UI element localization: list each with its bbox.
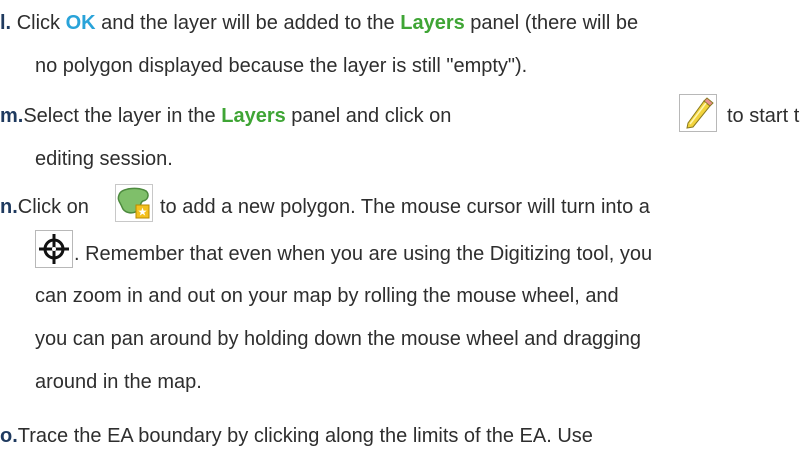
layers-keyword: Layers: [400, 12, 465, 34]
layers-keyword: Layers: [221, 105, 286, 127]
line: m.Select the layer in the Layers panel a…: [0, 104, 451, 128]
text: Click: [16, 12, 66, 34]
line: n.Click on: [0, 195, 89, 219]
pencil-icon: [679, 94, 717, 132]
line: l. Click OK and the layer will be added …: [0, 11, 638, 35]
text: and the layer will be added to the: [95, 12, 401, 34]
line: . Remember that even when you are using …: [74, 243, 653, 265]
text: panel (there will be: [464, 12, 639, 34]
line: can zoom in and out on your map by rolli…: [35, 285, 619, 307]
text: Select the layer in the: [23, 105, 222, 127]
line: around in the map.: [35, 371, 202, 393]
text: Click on: [17, 196, 89, 218]
line: to start the: [727, 105, 800, 127]
line: you can pan around by holding down the m…: [35, 328, 641, 350]
item-marker: o.: [0, 425, 18, 447]
item-marker: l.: [0, 12, 12, 34]
ok-keyword: OK: [65, 12, 96, 34]
item-marker: n.: [0, 196, 18, 218]
text: panel and click on: [285, 105, 452, 127]
line: no polygon displayed because the layer i…: [35, 55, 528, 77]
line: o.Trace the EA boundary by clicking alon…: [0, 424, 593, 448]
line: editing session.: [35, 148, 173, 170]
item-marker: m.: [0, 105, 24, 127]
add-polygon-icon: [115, 184, 153, 222]
document-page: l. Click OK and the layer will be added …: [0, 0, 800, 454]
crosshair-cursor-icon: [35, 230, 73, 268]
text: Trace the EA boundary by clicking along …: [17, 425, 593, 447]
line: to add a new polygon. The mouse cursor w…: [160, 196, 650, 218]
